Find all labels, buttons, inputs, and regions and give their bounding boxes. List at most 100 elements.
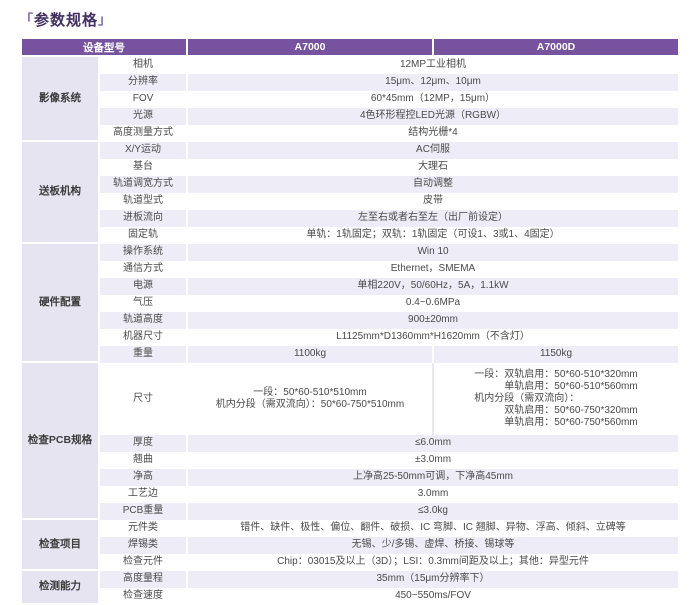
row-value: 900±20mm: [188, 312, 678, 329]
table-row: 检查元件 Chip：03015及以上（3D）；LSI：0.3mm间距及以上；其他…: [22, 554, 678, 571]
table-row: 工艺边 3.0mm: [22, 486, 678, 503]
row-value: Chip：03015及以上（3D）；LSI：0.3mm间距及以上；其他：异型元件: [188, 554, 678, 571]
table-row: 厚度 ≤6.0mm: [22, 435, 678, 452]
category-board-feeding: 送板机构: [22, 142, 98, 244]
category-hardware-config: 硬件配置: [22, 244, 98, 363]
row-value: 上净高25-50mm可调，下净高45mm: [188, 469, 678, 486]
row-label: 机器尺寸: [100, 329, 186, 346]
row-value: 左至右或者右至左（出厂前设定）: [188, 210, 678, 227]
row-value: 15μm、12μm、10μm: [188, 74, 678, 91]
table-row: 基台 大理石: [22, 159, 678, 176]
row-value: 皮带: [188, 193, 678, 210]
table-row: 焊锡类 无锡、少/多锡、虚焊、桥接、锡球等: [22, 537, 678, 554]
row-value: ±3.0mm: [188, 452, 678, 469]
row-label: 轨道调宽方式: [100, 176, 186, 193]
table-row: 气压 0.4~0.6MPa: [22, 295, 678, 312]
table-row: 电源 单相220V，50/60Hz，5A，1.1kW: [22, 278, 678, 295]
table-row-pcb-size: 检查PCB规格 尺寸 一段：50*60-510*510mm 机内分段（需双流向）…: [22, 363, 678, 435]
row-label: 通信方式: [100, 261, 186, 278]
header-device-model: 设备型号: [22, 39, 186, 57]
table-row: 高度测量方式 结构光栅*4: [22, 125, 678, 142]
spec-table: 设备型号 A7000 A7000D 影像系统 相机 12MP工业相机 分辨率 1…: [20, 39, 680, 605]
row-label: X/Y运动: [100, 142, 186, 159]
table-header-row: 设备型号 A7000 A7000D: [22, 39, 678, 57]
table-row: 轨道调宽方式 自动调整: [22, 176, 678, 193]
row-label: 尺寸: [100, 363, 186, 435]
row-value: 450~550ms/FOV: [188, 588, 678, 605]
row-label: 分辨率: [100, 74, 186, 91]
table-row: 检查项目 元件类 错件、缺件、极性、偏位、翻件、破损、IC 弯脚、IC 翘脚、异…: [22, 520, 678, 537]
table-row: 通信方式 Ethernet，SMEMA: [22, 261, 678, 278]
row-value: ≤6.0mm: [188, 435, 678, 452]
row-value: 3.0mm: [188, 486, 678, 503]
row-label: 进板流向: [100, 210, 186, 227]
row-value: 无锡、少/多锡、虚焊、桥接、锡球等: [188, 537, 678, 554]
row-label: 固定轨: [100, 227, 186, 244]
table-row: 分辨率 15μm、12μm、10μm: [22, 74, 678, 91]
table-row: 硬件配置 操作系统 Win 10: [22, 244, 678, 261]
pcb-size-line: 机内分段（需双流向）：: [474, 393, 637, 405]
row-value: 自动调整: [188, 176, 678, 193]
row-label: 重量: [100, 346, 186, 363]
row-label: 光源: [100, 108, 186, 125]
table-row: 检查速度 450~550ms/FOV: [22, 588, 678, 605]
weight-a7000d: 1150kg: [434, 346, 678, 363]
table-row: 机器尺寸 L1125mm*D1360mm*H1620mm（不含灯）: [22, 329, 678, 346]
pcb-size-line: 一段：50*60-510*510mm: [192, 387, 428, 399]
row-value: 60*45mm（12MP，15μm）: [188, 91, 678, 108]
row-value: 35mm（15μm分辨率下）: [188, 571, 678, 588]
table-row: 固定轨 单轨：1轨固定；双轨：1轨固定（可设1、3或1、4固定）: [22, 227, 678, 244]
pcb-size-line: 一段：双轨启用：50*60-510*320mm: [474, 369, 637, 381]
table-row: 送板机构 X/Y运动 AC伺服: [22, 142, 678, 159]
row-value: L1125mm*D1360mm*H1620mm（不含灯）: [188, 329, 678, 346]
pcb-size-a7000: 一段：50*60-510*510mm 机内分段（需双流向）：50*60-750*…: [188, 363, 432, 435]
row-label: 检查元件: [100, 554, 186, 571]
header-model-a7000d: A7000D: [434, 39, 678, 57]
table-row: PCB重量 ≤3.0kg: [22, 503, 678, 520]
row-value: AC伺服: [188, 142, 678, 159]
title-text: 参数规格: [34, 12, 98, 29]
row-label: FOV: [100, 91, 186, 108]
row-label: 净高: [100, 469, 186, 486]
table-row: 进板流向 左至右或者右至左（出厂前设定）: [22, 210, 678, 227]
row-label: PCB重量: [100, 503, 186, 520]
title-bracket-close: 」: [98, 12, 112, 27]
row-value: 大理石: [188, 159, 678, 176]
row-label: 气压: [100, 295, 186, 312]
page-title: 「参数规格」: [20, 9, 682, 30]
table-row: 轨道高度 900±20mm: [22, 312, 678, 329]
row-value: 4色环形程控LED光源（RGBW）: [188, 108, 678, 125]
category-pcb-spec: 检查PCB规格: [22, 363, 98, 520]
row-label: 厚度: [100, 435, 186, 452]
weight-a7000: 1100kg: [188, 346, 432, 363]
row-label: 元件类: [100, 520, 186, 537]
pcb-size-block: 一段：双轨启用：50*60-510*320mm 单轨启用：50*60-510*5…: [474, 369, 637, 429]
table-row: 翘曲 ±3.0mm: [22, 452, 678, 469]
row-label: 轨道高度: [100, 312, 186, 329]
pcb-size-line: 双轨启用：50*60-750*320mm: [474, 405, 637, 417]
row-value: 错件、缺件、极性、偏位、翻件、破损、IC 弯脚、IC 翘脚、异物、浮高、倾斜、立…: [188, 520, 678, 537]
row-label: 轨道型式: [100, 193, 186, 210]
table-row: 光源 4色环形程控LED光源（RGBW）: [22, 108, 678, 125]
pcb-size-line: 机内分段（需双流向）：50*60-750*510mm: [192, 399, 428, 411]
row-label: 高度量程: [100, 571, 186, 588]
table-row: 影像系统 相机 12MP工业相机: [22, 57, 678, 74]
row-value: 12MP工业相机: [188, 57, 678, 74]
table-row: FOV 60*45mm（12MP，15μm）: [22, 91, 678, 108]
category-imaging-system: 影像系统: [22, 57, 98, 142]
spec-page: 「参数规格」 设备型号 A7000 A7000D 影像系统 相机 12MP工业相…: [0, 0, 700, 605]
row-label: 翘曲: [100, 452, 186, 469]
category-inspection-items: 检查项目: [22, 520, 98, 571]
row-value: Ethernet，SMEMA: [188, 261, 678, 278]
pcb-size-line: 单轨启用：50*60-750*560mm: [474, 417, 637, 429]
row-value: 单相220V，50/60Hz，5A，1.1kW: [188, 278, 678, 295]
table-row: 检测能力 高度量程 35mm（15μm分辨率下）: [22, 571, 678, 588]
title-bracket-open: 「: [20, 12, 34, 27]
row-value: 单轨：1轨固定；双轨：1轨固定（可设1、3或1、4固定）: [188, 227, 678, 244]
header-model-a7000: A7000: [188, 39, 432, 57]
row-label: 基台: [100, 159, 186, 176]
row-label: 检查速度: [100, 588, 186, 605]
row-value: ≤3.0kg: [188, 503, 678, 520]
row-label: 工艺边: [100, 486, 186, 503]
pcb-size-line: 单轨启用：50*60-510*560mm: [474, 381, 637, 393]
